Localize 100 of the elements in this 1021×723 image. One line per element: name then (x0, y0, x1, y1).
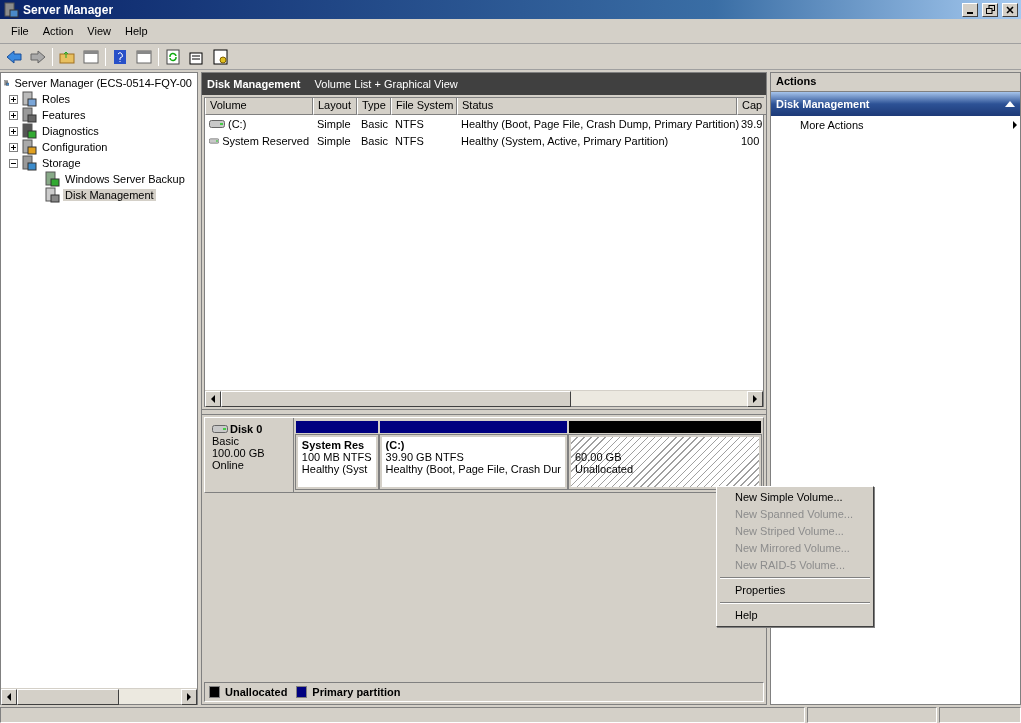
table-cell-text: NTFS (394, 133, 425, 149)
table-cell-text: Basic (360, 116, 389, 132)
tree-item[interactable]: Server Manager (ECS-0514-FQY-00 (12, 77, 194, 89)
partition-name: (C:) (385, 439, 406, 451)
close-button[interactable] (1002, 2, 1018, 17)
pane-title: Disk Management (207, 78, 301, 90)
monitor-icon (21, 123, 37, 139)
right-arrow-icon (186, 693, 192, 701)
minimize-button[interactable] (962, 2, 978, 17)
disk-drive-icon (209, 119, 225, 128)
plus-icon (10, 95, 17, 103)
partition-block[interactable]: System Res 100 MB NTFS Healthy (Syst (295, 435, 378, 489)
disk-name: Disk 0 (230, 423, 263, 435)
action-link[interactable]: More Actions (771, 116, 1020, 134)
storage-icon (21, 155, 37, 171)
scroll-left-button[interactable] (205, 391, 221, 407)
expand-toggle[interactable] (9, 94, 18, 104)
partition-detail: 60.00 GB (575, 451, 623, 463)
expand-toggle[interactable] (9, 158, 18, 168)
disk-drive-icon (209, 136, 220, 145)
refresh-button[interactable] (163, 46, 183, 67)
horizontal-scrollbar[interactable] (205, 390, 763, 406)
left-arrow-icon (210, 395, 216, 403)
backup-arrows-icon (44, 171, 60, 187)
horizontal-scrollbar[interactable] (1, 688, 197, 704)
server-stack-icon (21, 107, 37, 123)
plus-icon (10, 111, 17, 119)
tools-icon (21, 139, 37, 155)
section-title: Disk Management (776, 98, 870, 110)
pane-subtitle: Volume List + Graphical View (314, 78, 458, 90)
partition-name: System Res (301, 439, 366, 451)
expand-toggle[interactable] (9, 126, 18, 136)
table-cell-text: 100 (740, 133, 761, 149)
submenu-arrow-icon (1012, 121, 1018, 129)
context-menu-item[interactable]: Properties (719, 582, 871, 599)
column-header[interactable]: Layout (313, 98, 357, 115)
window-title: Server Manager (23, 2, 115, 17)
disk-type: Basic (212, 435, 240, 447)
scroll-left-button[interactable] (1, 689, 17, 705)
legend-label: Primary partition (312, 686, 401, 698)
table-cell: (C:) (205, 115, 313, 132)
disk-status: Online (212, 459, 245, 471)
tree-item[interactable]: Storage (40, 157, 83, 169)
column-header[interactable]: File System (391, 98, 457, 115)
plus-icon (10, 127, 17, 135)
context-menu-item[interactable]: New Simple Volume... (719, 489, 871, 506)
right-arrow-icon (752, 395, 758, 403)
disk-size: 100.00 GB (212, 447, 266, 459)
column-header[interactable]: Cap (737, 98, 768, 115)
partition-block[interactable]: 60.00 GB Unallocated (569, 435, 761, 489)
partition-status: Healthy (Syst (301, 463, 369, 475)
tree-item[interactable]: Diagnostics (40, 125, 101, 137)
minimize-icon (967, 11, 973, 14)
partition-detail: 100 MB NTFS (301, 451, 372, 463)
menu-item[interactable]: Help (117, 23, 155, 39)
restore-icon (985, 5, 995, 14)
column-header[interactable]: Type (357, 98, 391, 115)
expand-toggle[interactable] (9, 142, 18, 152)
column-header[interactable]: Status (457, 98, 737, 115)
expand-toggle[interactable] (9, 110, 18, 120)
table-cell-text: Basic (360, 133, 389, 149)
table-cell-text: NTFS (394, 116, 425, 132)
collapse-icon (1005, 101, 1015, 107)
tree-item[interactable]: Roles (40, 93, 73, 105)
tree-item[interactable]: Configuration (40, 141, 110, 153)
scroll-thumb[interactable] (17, 689, 119, 705)
plus-icon (10, 143, 17, 151)
server-stack-icon (21, 91, 37, 107)
table-cell-text: Simple (316, 116, 352, 132)
actions-section-header[interactable]: Disk Management (771, 92, 1020, 116)
menu-item[interactable]: Action (35, 23, 81, 39)
scroll-thumb[interactable] (221, 391, 571, 407)
server-icon (3, 1, 19, 18)
legend-label: Unallocated (225, 686, 288, 698)
table-cell-text: Simple (316, 133, 352, 149)
table-cell: System Reserved (205, 132, 313, 149)
close-icon (1006, 5, 1014, 14)
table-cell-text: Healthy (System, Active, Primary Partition) (460, 133, 670, 149)
disk-drive-icon (44, 187, 60, 203)
restore-button[interactable] (982, 2, 998, 17)
partition-status: Unallocated (575, 463, 635, 475)
partition-block[interactable]: (C:) 39.90 GB NTFS Healthy (Boot, Page File, Crash Dur (379, 435, 567, 489)
tree-item[interactable]: Windows Server Backup (63, 173, 187, 185)
partition-status: Healthy (Boot, Page File, Crash Dur (385, 463, 561, 475)
context-menu-item[interactable]: Help (719, 607, 871, 624)
menu-item[interactable]: File (4, 23, 36, 39)
tree-item[interactable]: Disk Management (63, 189, 156, 201)
tree-item[interactable]: Features (40, 109, 88, 121)
partition-detail: 39.90 GB NTFS (385, 451, 465, 463)
table-cell-text: Healthy (Boot, Page File, Crash Dump, Primary Partition) (460, 116, 737, 132)
actions-header: Actions (771, 73, 1020, 92)
column-header[interactable]: Volume (205, 98, 313, 115)
disk-info-panel[interactable]: Disk 0 Basic 100.00 GB Online (205, 418, 294, 492)
left-arrow-icon (6, 693, 12, 701)
disk-drive-icon (212, 425, 228, 433)
table-cell-text: 39.9 (740, 116, 764, 132)
scroll-right-button[interactable] (181, 689, 197, 705)
scroll-right-button[interactable] (747, 391, 763, 407)
menu-item[interactable]: View (80, 23, 118, 39)
settings-button[interactable] (211, 46, 231, 67)
